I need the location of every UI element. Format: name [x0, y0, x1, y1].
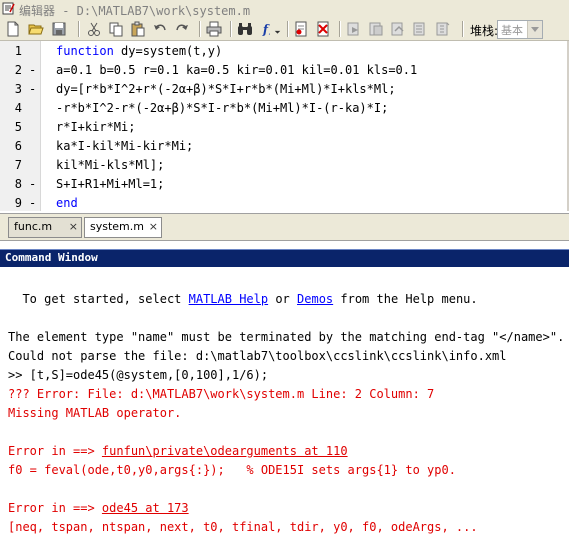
breakpoint-marker[interactable]: - — [29, 61, 36, 80]
matlab-help-link[interactable]: MATLAB Help — [189, 292, 268, 306]
code-text: a=0.1 b=0.5 r=0.1 ka=0.5 kir=0.01 kil=0.… — [56, 61, 417, 80]
continue-icon[interactable] — [411, 20, 429, 38]
keyword: function — [56, 44, 114, 58]
redo-icon[interactable] — [173, 20, 191, 38]
stack-label: 堆栈: — [470, 24, 499, 38]
code-body: dy=[r*b*I^2+r*(-2α+β)*S*I+r*b*(Mi+Ml)*I+… — [56, 82, 396, 96]
cut-icon[interactable] — [85, 20, 103, 38]
line-number: 5 — [14, 120, 22, 134]
command-window-header: Command Window — [0, 249, 569, 267]
code-text: dy=[r*b*I^2+r*(-2α+β)*S*I+r*b*(Mi+Ml)*I+… — [56, 80, 396, 99]
exit-debug-icon[interactable] — [433, 20, 451, 38]
chevron-down-icon[interactable] — [527, 21, 542, 38]
clear-breakpoints-icon[interactable] — [314, 20, 332, 38]
undo-icon[interactable] — [151, 20, 169, 38]
print-icon[interactable] — [205, 20, 223, 38]
stack-dropdown-value: 基本 — [501, 24, 523, 37]
code-editor[interactable]: 1 function dy=system(t,y) 2- a=0.1 b=0.5 r=… — [0, 41, 569, 211]
ode45-error-link[interactable]: ode45 at 173 — [102, 501, 189, 515]
step-out-icon[interactable] — [389, 20, 407, 38]
code-line[interactable]: 6 ka*I-kil*Mi-kir*Mi; — [0, 137, 569, 156]
line-number: 7 — [14, 158, 22, 172]
code-line[interactable]: 1 function dy=system(t,y) — [0, 42, 569, 61]
code-body: ka*I-kil*Mi-kir*Mi; — [56, 139, 194, 153]
step-in-icon[interactable] — [367, 20, 385, 38]
odearguments-error-link[interactable]: funfun\private\odearguments at 110 — [102, 444, 348, 458]
command-window-title: Command Window — [5, 251, 98, 264]
breakpoint-marker[interactable]: - — [29, 80, 36, 99]
getting-started-line: To get started, select MATLAB Help or De… — [8, 291, 478, 307]
error-trace-line-2: Error in ==> ode45 at 173 — [8, 500, 189, 516]
line-number: 2 — [14, 63, 22, 77]
line-number: 8 — [14, 177, 22, 191]
line-number: 3 — [14, 82, 22, 96]
code-body: a=0.1 b=0.5 r=0.1 ka=0.5 kir=0.01 kil=0.… — [56, 63, 418, 77]
breakpoint-marker[interactable]: - — [29, 194, 36, 213]
getting-started-suffix: from the Help menu. — [333, 292, 478, 306]
set-breakpoint-icon[interactable] — [292, 20, 310, 38]
line-number: 6 — [14, 139, 22, 153]
code-line[interactable]: 5 r*I+kir*Mi; — [0, 118, 569, 137]
code-body: r*I+kir*Mi; — [56, 120, 136, 134]
tab-label: func.m — [14, 220, 53, 233]
editor-app-icon — [2, 2, 15, 15]
tab-label: system.m — [90, 220, 144, 233]
command-prompt-line: >> [t,S]=ode45(@system,[0,100],1/6); — [8, 368, 269, 382]
code-body: -r*b*I^2-r*(-2α+β)*S*I-r*b*(Mi+Ml)*I-(r-… — [56, 101, 389, 115]
getting-started-prefix: To get started, select — [8, 292, 189, 306]
code-text: kil*Mi-kls*Ml]; — [56, 156, 164, 175]
code-body: kil*Mi-kls*Ml]; — [56, 158, 165, 172]
error-message-line: ??? Error: File: d:\MATLAB7\work\system.… — [8, 387, 435, 401]
line-number: 9 — [14, 196, 22, 210]
keyword: end — [56, 196, 78, 210]
stack-dropdown[interactable]: 基本 — [497, 20, 543, 39]
code-line[interactable]: 8- S+I+R1+Mi+Ml=1; — [0, 175, 569, 194]
getting-started-or: or — [268, 292, 298, 306]
code-text: -r*b*I^2-r*(-2α+β)*S*I-r*b*(Mi+Ml)*I-(r-… — [56, 99, 388, 118]
step-icon[interactable] — [345, 20, 363, 38]
error-trace-line-1: Error in ==> funfun\private\odearguments… — [8, 443, 348, 459]
title-bar: 编辑器 - D:\MATLAB7\work\system.m — [0, 0, 569, 19]
save-icon[interactable] — [50, 20, 68, 38]
editor-toolbar: f, 堆栈: 基本 — [0, 18, 569, 41]
code-text: r*I+kir*Mi; — [56, 118, 135, 137]
open-folder-icon[interactable] — [27, 20, 45, 38]
window-title: 编辑器 - D:\MATLAB7\work\system.m — [19, 4, 251, 18]
error-code-line-2: [neq, tspan, ntspan, next, t0, tfinal, t… — [8, 520, 478, 534]
error-code-line-1: f0 = feval(ode,t0,y0,args{:}); % ODE15I … — [8, 463, 456, 477]
breakpoint-marker[interactable]: - — [29, 175, 36, 194]
code-line[interactable]: 2- a=0.1 b=0.5 r=0.1 ka=0.5 kir=0.01 kil=… — [0, 61, 569, 80]
code-text: S+I+R1+Mi+Ml=1; — [56, 175, 164, 194]
document-tab-bar: func.m × system.m × — [0, 213, 569, 241]
code-line[interactable]: 7 kil*Mi-kls*Ml]; — [0, 156, 569, 175]
close-icon[interactable]: × — [69, 220, 78, 233]
paste-icon[interactable] — [129, 20, 147, 38]
tab-func-m[interactable]: func.m × — [8, 217, 82, 238]
close-icon[interactable]: × — [149, 220, 158, 233]
code-body: S+I+R1+Mi+Ml=1; — [56, 177, 165, 191]
svg-text:,: , — [268, 29, 270, 37]
code-body: dy=system(t,y) — [113, 44, 223, 58]
parse-warning-line: Could not parse the file: d:\matlab7\too… — [8, 349, 507, 363]
find-binoculars-icon[interactable] — [236, 20, 254, 38]
new-file-icon[interactable] — [4, 20, 22, 38]
demos-link[interactable]: Demos — [297, 292, 333, 306]
code-line[interactable]: 9- end — [0, 194, 569, 213]
error-in-prefix: Error in ==> — [8, 501, 102, 515]
error-in-prefix: Error in ==> — [8, 444, 102, 458]
line-number: 4 — [14, 101, 22, 115]
xml-warning-line: The element type "name" must be terminat… — [8, 330, 565, 344]
code-text: ka*I-kil*Mi-kir*Mi; — [56, 137, 193, 156]
function-browser-icon[interactable]: f, — [260, 20, 284, 38]
code-text: end — [56, 194, 78, 213]
error-detail-line: Missing MATLAB operator. — [8, 406, 182, 420]
code-line[interactable]: 4 -r*b*I^2-r*(-2α+β)*S*I-r*b*(Mi+Ml)*I-(r… — [0, 99, 569, 118]
code-text: function dy=system(t,y) — [56, 42, 222, 61]
line-number: 1 — [14, 44, 22, 58]
copy-icon[interactable] — [107, 20, 125, 38]
tab-system-m[interactable]: system.m × — [84, 217, 162, 238]
code-line[interactable]: 3- dy=[r*b*I^2+r*(-2α+β)*S*I+r*b*(Mi+Ml)*… — [0, 80, 569, 99]
command-window[interactable]: To get started, select MATLAB Help or De… — [0, 267, 569, 546]
